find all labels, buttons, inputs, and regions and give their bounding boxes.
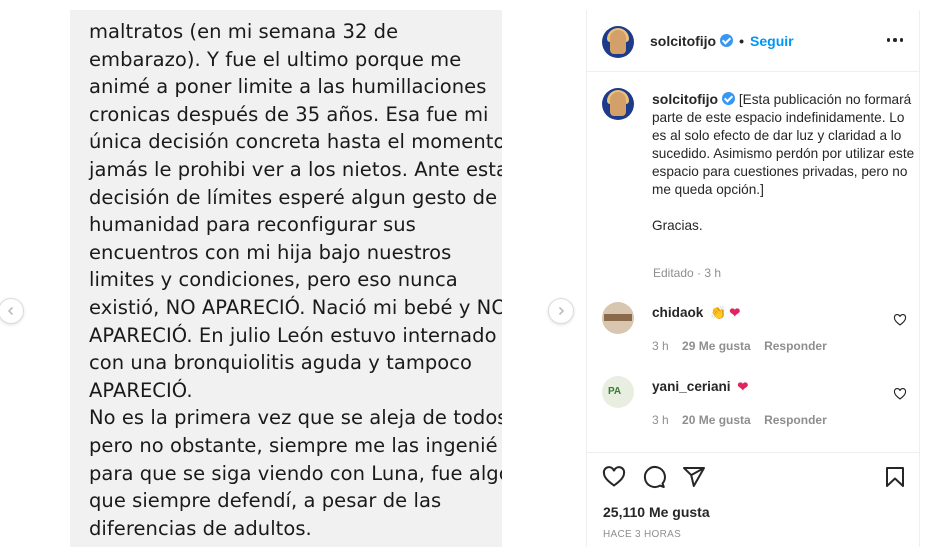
post-image-text-line: decisión de límites esperé algun gesto d… (89, 185, 498, 209)
like-comment-heart-icon[interactable] (893, 313, 907, 327)
left-backdrop (0, 10, 70, 547)
comment-likes-link[interactable]: 29 Me gusta (682, 339, 751, 353)
follow-button[interactable]: Seguir (750, 33, 794, 49)
verified-badge-icon (722, 92, 736, 105)
post-image-text-line: que siempre defendí, a pesar de las (89, 489, 442, 513)
clap-emoji: 👏 (710, 305, 727, 320)
post-timestamp: HACE 3 HORAS (603, 529, 682, 540)
comment-icon[interactable] (642, 465, 666, 489)
next-image-button[interactable] (548, 298, 574, 324)
scrollbar[interactable] (919, 10, 941, 547)
post-image-text-line: para que se siga viendo con Luna, fue al… (89, 461, 511, 485)
post-image: maltratos (en mi semana 32 de embarazo). … (70, 10, 572, 547)
instagram-post-view: maltratos (en mi semana 32 de embarazo). … (0, 0, 941, 547)
post-image-text-line: pero no obstante, siempre me las ingenié (89, 433, 498, 457)
post-image-text-line: existió, NO APARECIÓ. Nació mi bebé y NO (89, 295, 507, 319)
post-image-text-line: maltratos (en mi semana 32 de (89, 20, 399, 43)
post-image-text-line: APARECIÓ. (89, 378, 193, 402)
chevron-left-icon (7, 306, 14, 316)
post-side-panel: solcitofijo • Seguir solcitofijo [Esta pub… (586, 10, 920, 547)
caption: solcitofijo [Esta publicación no formará… (652, 90, 917, 235)
chevron-right-icon (558, 306, 565, 316)
post-image-text: maltratos (en mi semana 32 de embarazo). … (89, 18, 559, 542)
comment-line: yani_ceriani ❤ (652, 379, 748, 395)
post-image-text-line: embarazo). Y fue el ultimo porque me (89, 47, 462, 71)
author-username[interactable]: solcitofijo (650, 33, 716, 49)
comment-meta: 3 h 29 Me gusta Responder (652, 339, 837, 353)
post-header: solcitofijo • Seguir (587, 10, 920, 72)
separator-dot: • (739, 33, 745, 49)
action-bar (587, 452, 920, 496)
post-image-text-line: encuentros con mi hija bajo nuestros (89, 240, 452, 264)
post-image-text-line: diferencias de adultos. (89, 516, 312, 540)
post-image-text-line: cronicas después de 35 años. Esa fue mi (89, 102, 489, 126)
caption-text: [Esta publicación no formará parte de es… (652, 92, 915, 197)
caption-author-avatar[interactable] (602, 88, 634, 120)
commenter-avatar[interactable]: PA (602, 376, 634, 408)
top-margin (0, 0, 941, 10)
more-options-icon[interactable] (883, 28, 907, 52)
author-line: solcitofijo • Seguir (650, 33, 794, 49)
comment-username[interactable]: yani_ceriani (652, 379, 731, 394)
commenter-avatar[interactable] (602, 302, 634, 334)
likes-count[interactable]: 25,110 Me gusta (603, 504, 710, 520)
like-comment-heart-icon[interactable] (893, 387, 907, 401)
comment-item: chidaok 👏 ❤ 3 h 29 Me gusta Responder (587, 302, 920, 362)
verified-badge-icon (720, 34, 734, 47)
post-image-text-line: humanidad para reconfigurar sus (89, 213, 416, 237)
comment-time: 3 h (652, 339, 669, 353)
reply-button[interactable]: Responder (764, 339, 827, 353)
heart-icon[interactable] (602, 465, 626, 489)
right-backdrop (502, 10, 586, 547)
post-image-text-line: No es la primera vez que se aleja de tod… (89, 406, 514, 430)
comment-likes-link[interactable]: 20 Me gusta (682, 413, 751, 427)
bookmark-icon[interactable] (883, 465, 907, 489)
heart-emoji: ❤ (737, 379, 749, 394)
comment-meta: 3 h 20 Me gusta Responder (652, 413, 837, 427)
caption-thanks: Gracias. (652, 218, 703, 233)
post-image-text-line: APARECIÓ. En julio León estuvo internado (89, 323, 497, 347)
heart-emoji: ❤ (729, 305, 741, 320)
share-icon[interactable] (682, 465, 706, 489)
post-image-text-line: única decisión concreta hasta el momento… (89, 130, 512, 154)
post-image-text-line: jamás le prohibi ver a los nietos. Ante … (89, 157, 508, 181)
reply-button[interactable]: Responder (764, 413, 827, 427)
post-image-text-line: animé a poner limite a las humillaciones (89, 75, 487, 99)
comment-time: 3 h (652, 413, 669, 427)
caption-edited-time: Editado · 3 h (653, 266, 722, 280)
post-image-text-line: con una bronquiolitis aguda y tampoco (89, 351, 473, 375)
comment-item: PA yani_ceriani ❤ 3 h 20 Me gusta Respon… (587, 376, 920, 436)
comment-line: chidaok 👏 ❤ (652, 305, 740, 321)
post-image-text-line: limites y condiciones, pero eso nunca (89, 268, 458, 292)
comment-username[interactable]: chidaok (652, 305, 703, 320)
author-avatar[interactable] (602, 26, 634, 58)
caption-username[interactable]: solcitofijo (652, 91, 718, 107)
